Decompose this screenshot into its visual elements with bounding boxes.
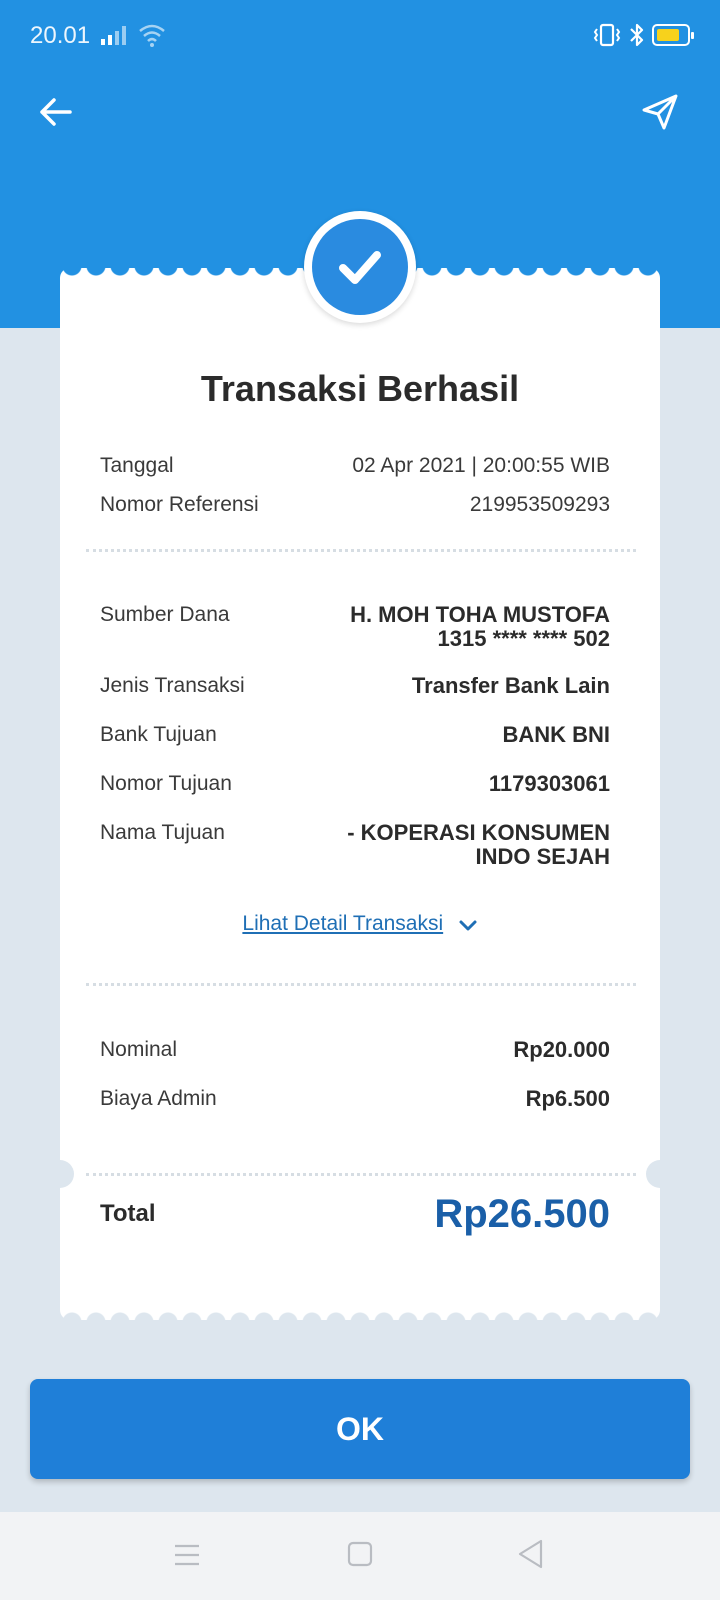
destination-number-value: 1179303061 [488, 771, 610, 796]
check-icon [339, 251, 381, 284]
status-time: 20.01 [30, 22, 91, 49]
send-icon [642, 94, 678, 130]
back-triangle-icon[interactable] [516, 1538, 546, 1570]
success-badge-circle [312, 219, 408, 315]
wifi-icon [139, 24, 165, 47]
source-value: H. MOH TOHA MUSTOFA 1315 **** **** 502 [350, 603, 610, 651]
bluetooth-icon [630, 23, 644, 47]
date-value: 02 Apr 2021 | 20:00:55 WIB [352, 454, 610, 477]
transaction-type-value: Transfer Bank Lain [411, 673, 610, 698]
receipt-card: Transaksi Berhasil Tanggal 02 Apr 2021 |… [46, 268, 674, 1320]
share-button[interactable] [638, 90, 682, 134]
destination-number-label: Nomor Tujuan [100, 772, 232, 795]
nominal-value: Rp20.000 [513, 1037, 610, 1062]
reference-label: Nomor Referensi [100, 493, 259, 516]
admin-fee-value: Rp6.500 [525, 1086, 610, 1111]
menu-icon[interactable] [174, 1542, 200, 1568]
back-button[interactable] [36, 92, 76, 132]
nominal-label: Nominal [100, 1038, 178, 1061]
vibrate-icon [593, 23, 621, 47]
destination-name-line2: INDO SEJAH [475, 844, 610, 869]
signal-icon [101, 26, 126, 45]
total-value: Rp26.500 [434, 1192, 610, 1236]
date-label: Tanggal [100, 454, 174, 477]
total-label: Total [100, 1200, 156, 1227]
battery-icon [652, 24, 694, 46]
system-nav-bar [0, 1512, 720, 1600]
admin-fee-label: Biaya Admin [100, 1087, 217, 1110]
divider [86, 983, 636, 986]
destination-name-label: Nama Tujuan [100, 821, 225, 844]
destination-name-value: - KOPERASI KONSUMEN INDO SEJAH [347, 821, 610, 869]
chevron-down-icon [459, 920, 477, 931]
source-name: H. MOH TOHA MUSTOFA [350, 602, 610, 627]
destination-name-line1: - KOPERASI KONSUMEN [347, 820, 610, 845]
source-account: 1315 **** **** 502 [437, 626, 610, 651]
battery-level [657, 29, 679, 41]
page-title: Transaksi Berhasil [200, 368, 520, 409]
receipt-notch-right [646, 1160, 674, 1188]
divider [86, 1173, 636, 1176]
divider [86, 549, 636, 552]
receipt-notch-left [46, 1160, 74, 1188]
status-bar: 20.01 [0, 0, 720, 72]
transaction-type-label: Jenis Transaksi [100, 674, 245, 697]
destination-bank-value: BANK BNI [502, 722, 610, 747]
receipt-bottom-edge [60, 1310, 660, 1320]
home-icon[interactable] [346, 1540, 374, 1568]
arrow-left-icon [40, 98, 72, 126]
reference-value: 219953509293 [469, 493, 610, 516]
destination-bank-label: Bank Tujuan [100, 723, 217, 746]
success-badge [304, 211, 416, 323]
ok-button[interactable]: OK [30, 1379, 690, 1479]
detail-link-label: Lihat Detail Transaksi [242, 912, 444, 935]
view-transaction-detail-link[interactable]: Lihat Detail Transaksi [60, 912, 660, 936]
source-label: Sumber Dana [100, 603, 230, 626]
